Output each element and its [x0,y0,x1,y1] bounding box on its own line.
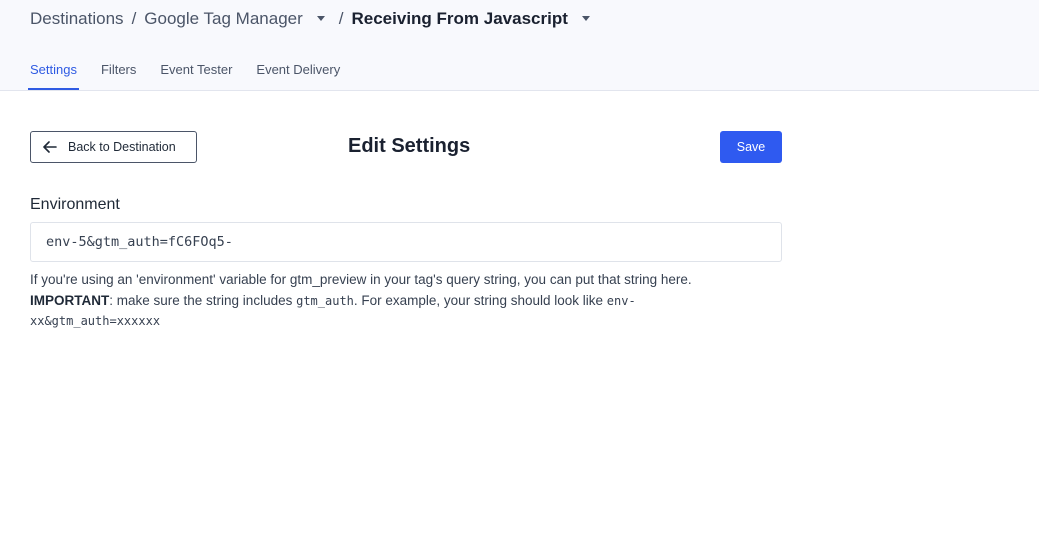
environment-input[interactable] [30,222,782,262]
help-line-2a: : make sure the string includes [109,292,297,308]
breadcrumb: Destinations / Google Tag Manager / Rece… [30,8,590,30]
tab-event-tester[interactable]: Event Tester [160,57,232,90]
help-code-gtm-auth: gtm_auth [296,293,354,308]
breadcrumb-current-group: Receiving From Javascript [352,9,590,29]
help-important: IMPORTANT [30,292,110,308]
environment-label: Environment [30,196,120,213]
page-title: Edit Settings [348,135,471,157]
caret-down-icon[interactable] [581,15,590,21]
breadcrumb-separator: / [131,9,137,28]
breadcrumb-destination-group: Google Tag Manager [144,9,325,29]
tab-bar: Settings Filters Event Tester Event Deli… [28,57,364,90]
tab-filters[interactable]: Filters [101,57,136,90]
environment-help-text: If you're using an 'environment' variabl… [30,270,710,332]
back-button-label: Back to Destination [68,140,176,154]
page-header: Destinations / Google Tag Manager / Rece… [0,0,1039,91]
breadcrumb-separator: / [338,9,344,28]
help-line-1: If you're using an 'environment' variabl… [30,272,692,287]
caret-down-icon[interactable] [316,15,325,21]
back-to-destination-button[interactable]: Back to Destination [30,131,197,163]
help-line-2b: . For example, your string should look l… [353,292,607,308]
save-button[interactable]: Save [720,131,782,163]
breadcrumb-current: Receiving From Javascript [351,9,568,28]
breadcrumb-destinations[interactable]: Destinations [30,9,124,29]
arrow-left-icon [43,141,57,153]
tab-settings[interactable]: Settings [28,57,79,90]
tab-event-delivery[interactable]: Event Delivery [256,57,340,90]
breadcrumb-destination[interactable]: Google Tag Manager [144,9,302,29]
